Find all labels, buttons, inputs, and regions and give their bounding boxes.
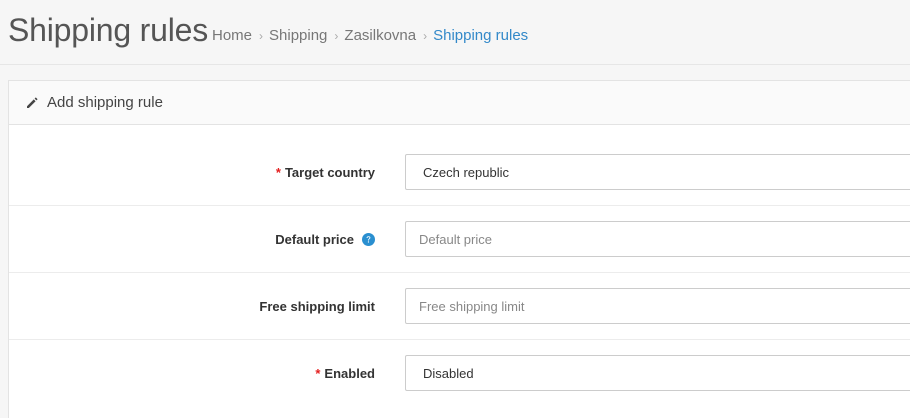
target-country-select[interactable]: Czech republic xyxy=(405,154,910,190)
form-row-enabled: * Enabled Disabled xyxy=(9,340,910,407)
breadcrumb-shipping-rules[interactable]: Shipping rules xyxy=(433,26,528,46)
free-shipping-limit-label-text: Free shipping limit xyxy=(259,298,375,314)
page-header: Shipping rules Home › Shipping › Zasilko… xyxy=(0,0,910,65)
panel-heading: Add shipping rule xyxy=(9,81,910,125)
enabled-select[interactable]: Disabled xyxy=(405,355,910,391)
add-shipping-rule-panel: Add shipping rule * Target country Czech… xyxy=(8,80,910,418)
breadcrumb-separator: › xyxy=(259,29,264,43)
target-country-selected-value: Czech republic xyxy=(423,164,509,180)
enabled-selected-value: Disabled xyxy=(423,365,474,381)
pencil-icon xyxy=(25,96,39,110)
enabled-label-text: Enabled xyxy=(324,366,375,381)
breadcrumb-separator: › xyxy=(423,29,428,43)
required-marker: * xyxy=(275,164,281,180)
breadcrumb: Home › Shipping › Zasilkovna › Shipping … xyxy=(212,26,528,46)
free-shipping-limit-input[interactable] xyxy=(405,288,910,324)
target-country-label-text: Target country xyxy=(284,164,375,180)
form-row-default-price: Default price xyxy=(9,206,910,273)
breadcrumb-shipping[interactable]: Shipping xyxy=(269,26,327,46)
target-country-label: * Target country xyxy=(276,139,375,205)
breadcrumb-home[interactable]: Home xyxy=(212,26,252,46)
breadcrumb-separator: › xyxy=(334,29,339,43)
enabled-label: * Enabled xyxy=(315,340,375,407)
question-circle-icon[interactable] xyxy=(362,232,375,246)
default-price-label: Default price xyxy=(275,206,375,272)
default-price-label-text: Default price xyxy=(275,231,354,247)
form-row-free-shipping-limit: Free shipping limit xyxy=(9,273,910,340)
breadcrumb-zasilkovna[interactable]: Zasilkovna xyxy=(344,26,416,46)
panel-heading-title: Add shipping rule xyxy=(47,94,163,111)
default-price-input[interactable] xyxy=(405,221,910,257)
page-title: Shipping rules xyxy=(8,12,208,48)
free-shipping-limit-label: Free shipping limit xyxy=(259,273,375,339)
form-row-target-country: * Target country Czech republic xyxy=(9,139,910,206)
required-marker: * xyxy=(315,366,321,381)
